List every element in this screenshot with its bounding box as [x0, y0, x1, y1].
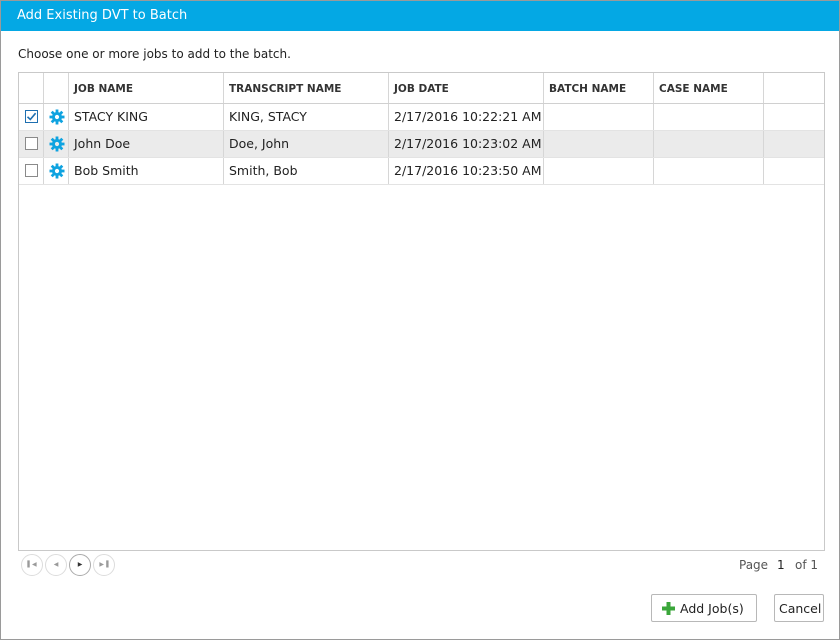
column-header-job-name[interactable]: JOB NAME [69, 73, 224, 103]
cell-job-date: 2/17/2016 10:23:02 AM [389, 131, 544, 157]
cell-job-name: John Doe [69, 131, 224, 157]
column-header-job-date[interactable]: JOB DATE [389, 73, 544, 103]
row-select-cell [19, 131, 44, 157]
cell-transcript-name: Smith, Bob [224, 158, 389, 184]
column-header-label: CASE NAME [659, 83, 728, 95]
row-filler-cell [764, 158, 824, 184]
header-filler-cell [764, 73, 824, 103]
column-header-label: BATCH NAME [549, 83, 627, 95]
row-checkbox[interactable] [25, 110, 38, 123]
column-header-label: JOB DATE [394, 83, 449, 95]
cell-case-name [654, 104, 764, 130]
job-date-value: 2/17/2016 10:23:50 AM [394, 163, 542, 178]
job-date-value: 2/17/2016 10:23:02 AM [394, 136, 542, 151]
cell-transcript-name: KING, STACY [224, 104, 389, 130]
jobs-grid: JOB NAME TRANSCRIPT NAME JOB DATE BATCH … [18, 72, 825, 551]
last-page-icon[interactable]: ▶▐ [93, 554, 115, 576]
add-jobs-label: Add Job(s) [680, 601, 744, 616]
checkmark-icon [26, 112, 37, 121]
row-select-cell [19, 104, 44, 130]
row-checkbox[interactable] [25, 137, 38, 150]
gear-icon[interactable] [49, 136, 65, 152]
row-icon-cell [44, 104, 69, 130]
header-icon-cell [44, 73, 69, 103]
add-jobs-button[interactable]: Add Job(s) [651, 594, 757, 622]
row-select-cell [19, 158, 44, 184]
transcript-name-value: Doe, John [229, 136, 290, 151]
row-filler-cell [764, 131, 824, 157]
job-name-value: Bob Smith [74, 163, 139, 178]
row-icon-cell [44, 131, 69, 157]
current-page-input[interactable]: 1 [777, 558, 785, 572]
row-checkbox[interactable] [25, 164, 38, 177]
cell-job-date: 2/17/2016 10:23:50 AM [389, 158, 544, 184]
job-name-value: John Doe [74, 136, 131, 151]
cell-job-name: Bob Smith [69, 158, 224, 184]
cell-transcript-name: Doe, John [224, 131, 389, 157]
dialog-title: Add Existing DVT to Batch [17, 8, 188, 23]
column-header-label: JOB NAME [74, 83, 134, 95]
row-icon-cell [44, 158, 69, 184]
grid-header: JOB NAME TRANSCRIPT NAME JOB DATE BATCH … [19, 73, 824, 104]
prev-page-icon[interactable]: ◀ [45, 554, 67, 576]
table-row[interactable]: STACY KING KING, STACY 2/17/2016 10:22:2… [19, 104, 824, 131]
add-dvt-dialog: Add Existing DVT to Batch Choose one or … [0, 0, 840, 640]
dialog-titlebar: Add Existing DVT to Batch [1, 1, 839, 31]
next-page-icon[interactable]: ▶ [69, 554, 91, 576]
plus-icon [662, 602, 675, 615]
header-select-cell [19, 73, 44, 103]
cell-batch-name [544, 158, 654, 184]
cell-case-name [654, 131, 764, 157]
cancel-button[interactable]: Cancel [774, 594, 824, 622]
cancel-label: Cancel [779, 601, 822, 616]
gear-icon[interactable] [49, 109, 65, 125]
column-header-batch-name[interactable]: BATCH NAME [544, 73, 654, 103]
transcript-name-value: Smith, Bob [229, 163, 298, 178]
cell-batch-name [544, 104, 654, 130]
table-row[interactable]: Bob Smith Smith, Bob 2/17/2016 10:23:50 … [19, 158, 824, 185]
transcript-name-value: KING, STACY [229, 109, 307, 124]
row-filler-cell [764, 104, 824, 130]
table-row[interactable]: John Doe Doe, John 2/17/2016 10:23:02 AM [19, 131, 824, 158]
column-header-case-name[interactable]: CASE NAME [654, 73, 764, 103]
instructions-text: Choose one or more jobs to add to the ba… [18, 47, 291, 61]
grid-pager: ▌◀ ◀ ▶ ▶▐ Page 1 of 1 [18, 554, 823, 576]
gear-icon[interactable] [49, 163, 65, 179]
page-label: Page [739, 558, 769, 572]
first-page-icon[interactable]: ▌◀ [21, 554, 43, 576]
job-name-value: STACY KING [74, 109, 148, 124]
column-header-transcript-name[interactable]: TRANSCRIPT NAME [224, 73, 389, 103]
page-count-label: of 1 [795, 558, 819, 572]
cell-job-name: STACY KING [69, 104, 224, 130]
cell-batch-name [544, 131, 654, 157]
cell-case-name [654, 158, 764, 184]
job-date-value: 2/17/2016 10:22:21 AM [394, 109, 542, 124]
cell-job-date: 2/17/2016 10:22:21 AM [389, 104, 544, 130]
column-header-label: TRANSCRIPT NAME [229, 83, 342, 95]
